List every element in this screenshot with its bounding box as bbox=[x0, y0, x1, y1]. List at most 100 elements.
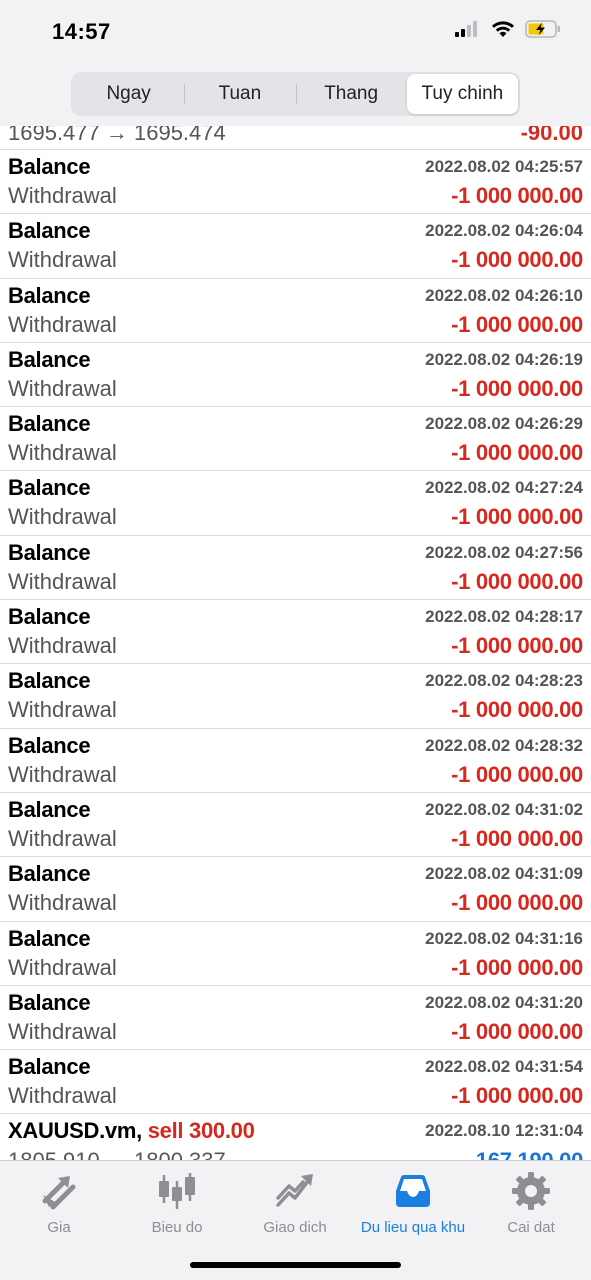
entry-description: Withdrawal bbox=[8, 761, 117, 787]
entry-time: 2022.08.02 04:31:16 bbox=[425, 928, 583, 948]
entry-type: Balance bbox=[8, 1054, 91, 1080]
tab-settings[interactable]: Cai dat bbox=[472, 1169, 590, 1236]
segment-day[interactable]: Ngay bbox=[73, 74, 184, 114]
wifi-icon bbox=[491, 20, 515, 43]
entry-description: Withdrawal bbox=[8, 825, 117, 851]
balance-row[interactable]: Balance 2022.08.02 04:27:56 Withdrawal -1 0… bbox=[0, 536, 591, 601]
entry-amount: -1 000 000.00 bbox=[451, 247, 583, 273]
entry-description: Withdrawal bbox=[8, 375, 117, 401]
entry-type: Balance bbox=[8, 346, 91, 372]
entry-description: Withdrawal bbox=[8, 247, 117, 273]
candlestick-chart-icon bbox=[118, 1169, 236, 1213]
balance-row[interactable]: Balance 2022.08.02 04:26:10 Withdrawal -1 0… bbox=[0, 279, 591, 343]
entry-time: 2022.08.02 04:28:17 bbox=[425, 607, 583, 627]
entry-time: 2022.08.02 04:26:29 bbox=[425, 414, 583, 434]
balance-row[interactable]: Balance 2022.08.02 04:31:02 Withdrawal -1 0… bbox=[0, 793, 591, 858]
balance-row[interactable]: Balance 2022.08.02 04:26:04 Withdrawal -1 0… bbox=[0, 214, 591, 279]
entry-amount: -1 000 000.00 bbox=[451, 890, 583, 916]
tab-quotes[interactable]: Gia bbox=[0, 1169, 118, 1236]
trade-profit: 167 190.00 bbox=[476, 1148, 583, 1160]
period-selector-area: Ngay Tuan Thang Tuy chinh bbox=[0, 64, 591, 126]
balance-row[interactable]: Balance 2022.08.02 04:31:16 Withdrawal -1 0… bbox=[0, 922, 591, 986]
balance-row[interactable]: Balance 2022.08.02 04:31:54 Withdrawal -1 0… bbox=[0, 1050, 591, 1115]
entry-type: Balance bbox=[8, 796, 91, 822]
tab-trade[interactable]: Giao dich bbox=[236, 1169, 354, 1236]
trade-symbol: XAUUSD.vm, bbox=[8, 1118, 142, 1144]
balance-row[interactable]: Balance 2022.08.02 04:31:09 Withdrawal -1 0… bbox=[0, 857, 591, 922]
balance-row[interactable]: Balance 2022.08.02 04:28:23 Withdrawal -1 0… bbox=[0, 664, 591, 729]
entry-type: Balance bbox=[8, 411, 91, 437]
entry-description: Withdrawal bbox=[8, 183, 117, 208]
entry-type: Balance bbox=[8, 154, 91, 179]
entry-description: Withdrawal bbox=[8, 697, 117, 723]
trade-row[interactable]: XAUUSD.vm, sell 300.00 2022.08.10 12:31:… bbox=[0, 1114, 591, 1160]
entry-amount: -1 000 000.00 bbox=[451, 761, 583, 787]
balance-row[interactable]: Balance 2022.08.02 04:28:17 Withdrawal -1 0… bbox=[0, 600, 591, 665]
period-segmented-control: Ngay Tuan Thang Tuy chinh bbox=[71, 72, 520, 116]
profit-value: -90.00 bbox=[520, 126, 583, 145]
balance-row[interactable]: Balance 2022.08.02 04:31:20 Withdrawal -1 0… bbox=[0, 986, 591, 1051]
entry-time: 2022.08.02 04:31:09 bbox=[425, 864, 583, 884]
balance-row[interactable]: Balance 2022.08.02 04:25:57 Withdrawal -1 0… bbox=[0, 150, 591, 215]
entry-time: 2022.08.02 04:27:24 bbox=[425, 478, 583, 498]
trade-time: 2022.08.10 12:31:04 bbox=[425, 1121, 583, 1141]
entry-type: Balance bbox=[8, 989, 91, 1015]
segment-month[interactable]: Thang bbox=[295, 74, 407, 114]
history-inbox-icon bbox=[354, 1169, 472, 1213]
tab-label: Bieu do bbox=[151, 1219, 203, 1236]
trade-symbol-side: XAUUSD.vm, sell 300.00 bbox=[8, 1118, 255, 1144]
balance-row[interactable]: Balance 2022.08.02 04:28:32 Withdrawal -1 0… bbox=[0, 729, 591, 793]
segment-custom[interactable]: Tuy chinh bbox=[406, 74, 518, 114]
list-item-partial[interactable]: 1695.477 → 1695.474 -90.00 bbox=[0, 126, 591, 150]
entry-type: Balance bbox=[8, 732, 91, 758]
tab-chart[interactable]: Bieu do bbox=[118, 1169, 236, 1236]
entry-type: Balance bbox=[8, 668, 91, 694]
entry-type: Balance bbox=[8, 604, 91, 630]
entry-amount: -1 000 000.00 bbox=[451, 697, 583, 723]
entry-description: Withdrawal bbox=[8, 954, 117, 980]
cellular-signal-icon bbox=[455, 21, 481, 42]
entry-time: 2022.08.02 04:31:54 bbox=[425, 1057, 583, 1077]
entry-type: Balance bbox=[8, 475, 91, 501]
entry-amount: -1 000 000.00 bbox=[451, 633, 583, 659]
trade-trend-icon bbox=[236, 1169, 354, 1213]
balance-row[interactable]: Balance 2022.08.02 04:27:24 Withdrawal -1 0… bbox=[0, 471, 591, 536]
entry-type: Balance bbox=[8, 925, 91, 951]
history-list[interactable]: 1695.477 → 1695.474 -90.00 Balance 2022.0… bbox=[0, 126, 591, 1160]
balance-row[interactable]: Balance 2022.08.02 04:26:19 Withdrawal -1 0… bbox=[0, 343, 591, 408]
entry-time: 2022.08.02 04:31:02 bbox=[425, 799, 583, 819]
balance-row[interactable]: Balance 2022.08.02 04:26:29 Withdrawal -1 0… bbox=[0, 407, 591, 472]
entry-description: Withdrawal bbox=[8, 1018, 117, 1044]
entry-type: Balance bbox=[8, 861, 91, 887]
settings-gear-icon bbox=[472, 1169, 590, 1213]
entry-time: 2022.08.02 04:26:04 bbox=[425, 221, 583, 241]
entry-time: 2022.08.02 04:26:19 bbox=[425, 349, 583, 369]
entry-description: Withdrawal bbox=[8, 890, 117, 916]
entry-amount: -1 000 000.00 bbox=[451, 954, 583, 980]
entry-description: Withdrawal bbox=[8, 1083, 117, 1109]
entry-time: 2022.08.02 04:26:10 bbox=[425, 285, 583, 305]
entry-amount: -1 000 000.00 bbox=[451, 375, 583, 401]
entry-type: Balance bbox=[8, 218, 91, 244]
entry-description: Withdrawal bbox=[8, 504, 117, 530]
quotes-arrows-icon bbox=[0, 1169, 118, 1213]
entry-amount: -1 000 000.00 bbox=[451, 1018, 583, 1044]
entry-amount: -1 000 000.00 bbox=[451, 440, 583, 466]
trade-price-range: 1805.910 → 1800.337 bbox=[8, 1148, 226, 1160]
tab-label: Giao dich bbox=[263, 1219, 327, 1236]
segment-week[interactable]: Tuan bbox=[184, 74, 295, 114]
entry-time: 2022.08.02 04:31:20 bbox=[425, 992, 583, 1012]
tab-history[interactable]: Du lieu qua khu bbox=[354, 1169, 472, 1236]
entry-time: 2022.08.02 04:28:32 bbox=[425, 735, 583, 755]
entry-amount: -1 000 000.00 bbox=[451, 311, 583, 337]
home-indicator[interactable] bbox=[190, 1262, 401, 1268]
entry-time: 2022.08.02 04:25:57 bbox=[425, 157, 583, 176]
entry-description: Withdrawal bbox=[8, 440, 117, 466]
entry-time: 2022.08.02 04:28:23 bbox=[425, 671, 583, 691]
entry-description: Withdrawal bbox=[8, 311, 117, 337]
price-range: 1695.477 → 1695.474 bbox=[8, 126, 226, 145]
entry-time: 2022.08.02 04:27:56 bbox=[425, 542, 583, 562]
status-time: 14:57 bbox=[52, 19, 111, 44]
entry-amount: -1 000 000.00 bbox=[451, 568, 583, 594]
entry-description: Withdrawal bbox=[8, 568, 117, 594]
